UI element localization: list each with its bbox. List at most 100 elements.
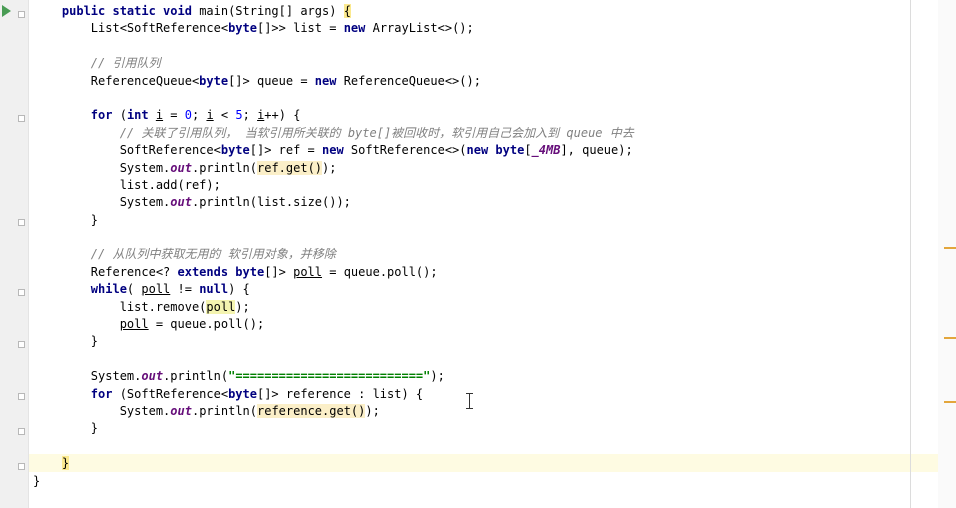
code-line[interactable]: System.out.println(ref.get()); (33, 160, 634, 177)
code-token: byte (199, 73, 229, 88)
code-token: out (141, 369, 164, 384)
code-line[interactable] (33, 90, 634, 107)
code-token: List<SoftReference< (33, 21, 229, 36)
code-token: main(String[] args) (199, 4, 344, 18)
fold-icon[interactable] (18, 393, 25, 400)
code-token: out (170, 195, 192, 210)
code-token: .println( (191, 403, 257, 418)
code-token: poll (119, 317, 149, 332)
code-line[interactable] (33, 351, 634, 368)
warning-marker[interactable] (944, 401, 956, 403)
code-line[interactable]: ReferenceQueue<byte[]> queue = new Refer… (33, 73, 634, 90)
code-line[interactable]: List<SoftReference<byte[]>> list = new A… (33, 20, 634, 37)
code-token: SoftReference< (33, 143, 221, 158)
code-line[interactable]: // 引用队列 (33, 55, 634, 72)
code-token: ; (242, 108, 258, 123)
run-icon[interactable] (2, 5, 11, 17)
code-token: System. (33, 160, 171, 175)
code-token: []> reference : list) { (256, 386, 424, 401)
fold-icon[interactable] (18, 428, 25, 435)
code-line[interactable]: // 从队列中获取无用的 软引用对象，并移除 (33, 246, 634, 263)
fold-icon[interactable] (18, 463, 25, 470)
code-token: ArrayList<>(); (372, 21, 474, 36)
code-token: public static void (61, 4, 200, 18)
code-token: ReferenceQueue< (33, 73, 200, 88)
code-token: byte (235, 264, 265, 279)
code-line[interactable]: } (33, 455, 634, 472)
fold-icon[interactable] (18, 289, 25, 296)
code-token: list.add(ref); (33, 177, 221, 192)
code-token: []>> list = (256, 21, 344, 36)
code-token: []> ref = (249, 143, 322, 158)
code-line[interactable]: System.out.println("====================… (33, 368, 634, 385)
code-token: < (213, 108, 236, 123)
code-token: System. (33, 369, 142, 384)
code-token: ; (192, 108, 207, 123)
code-line[interactable]: list.add(ref); (33, 177, 634, 194)
code-token: { (343, 4, 351, 18)
code-line[interactable]: System.out.println(list.size()); (33, 194, 634, 211)
code-token: i (155, 108, 164, 123)
code-token: != (170, 282, 200, 297)
code-token: ++) { (264, 108, 301, 123)
code-token: poll (293, 264, 323, 279)
code-token: ReferenceQueue<>(); (343, 73, 481, 88)
code-token: // 从队列中获取无用的 软引用对象，并移除 (90, 247, 336, 262)
code-token: System. (33, 403, 171, 418)
code-line[interactable] (33, 38, 634, 55)
code-token: out (170, 160, 192, 175)
warning-marker[interactable] (944, 337, 956, 339)
code-token: out (170, 403, 192, 418)
code-token: Reference<? (33, 264, 178, 279)
code-token: ( (126, 282, 142, 297)
code-token: .println(list.size()); (191, 195, 351, 210)
right-margin-guide (910, 0, 911, 508)
code-token: for (90, 386, 120, 401)
code-line[interactable]: for (SoftReference<byte[]> reference : l… (33, 386, 634, 403)
code-line[interactable]: while( poll != null) { (33, 281, 634, 298)
code-line[interactable]: list.remove(poll); (33, 299, 634, 316)
fold-icon[interactable] (18, 219, 25, 226)
code-token: ], queue); (560, 143, 633, 158)
warning-marker[interactable] (944, 247, 956, 249)
code-token: // 关联了引用队列， 当软引用所关联的 byte[]被回收时，软引用自己会加入… (119, 125, 634, 140)
code-line[interactable]: SoftReference<byte[]> ref = new SoftRefe… (33, 142, 634, 159)
code-editor[interactable]: public static void main(String[] args) {… (33, 3, 634, 490)
code-line[interactable]: } (33, 212, 634, 229)
code-line[interactable]: for (int i = 0; i < 5; i++) { (33, 107, 634, 124)
code-token: "==========================" (228, 369, 431, 384)
mouse-cursor-ibeam (466, 393, 473, 409)
code-line[interactable]: poll = queue.poll(); (33, 316, 634, 333)
code-token: byte (495, 143, 525, 158)
code-token: .println( (163, 369, 229, 384)
code-token: .println( (191, 160, 257, 175)
code-line[interactable]: // 关联了引用队列， 当软引用所关联的 byte[]被回收时，软引用自己会加入… (33, 125, 634, 142)
code-line[interactable] (33, 229, 634, 246)
code-line[interactable]: } (33, 333, 634, 350)
code-token: (SoftReference< (119, 386, 229, 401)
code-token: i (206, 108, 214, 123)
code-token: 0 (184, 108, 192, 123)
code-token: ); (365, 403, 380, 418)
code-token: byte (228, 21, 257, 36)
code-token: [ (524, 143, 532, 158)
error-stripe[interactable] (938, 0, 956, 508)
code-line[interactable]: } (33, 420, 634, 437)
fold-icon[interactable] (18, 11, 25, 18)
code-token: = (163, 108, 185, 123)
code-line[interactable]: Reference<? extends byte[]> poll = queue… (33, 264, 634, 281)
code-line[interactable]: } (33, 473, 634, 490)
fold-icon[interactable] (18, 115, 25, 122)
code-token: } (33, 212, 99, 227)
code-line[interactable]: public static void main(String[] args) { (33, 3, 634, 20)
fold-icon[interactable] (18, 341, 25, 348)
code-token: poll (206, 299, 236, 314)
code-line[interactable]: System.out.println(reference.get()); (33, 403, 634, 420)
code-token: byte (228, 386, 257, 401)
code-token: reference.get() (257, 403, 366, 418)
code-token: []> (264, 264, 294, 279)
code-line[interactable] (33, 438, 634, 455)
code-token: } (33, 473, 41, 488)
